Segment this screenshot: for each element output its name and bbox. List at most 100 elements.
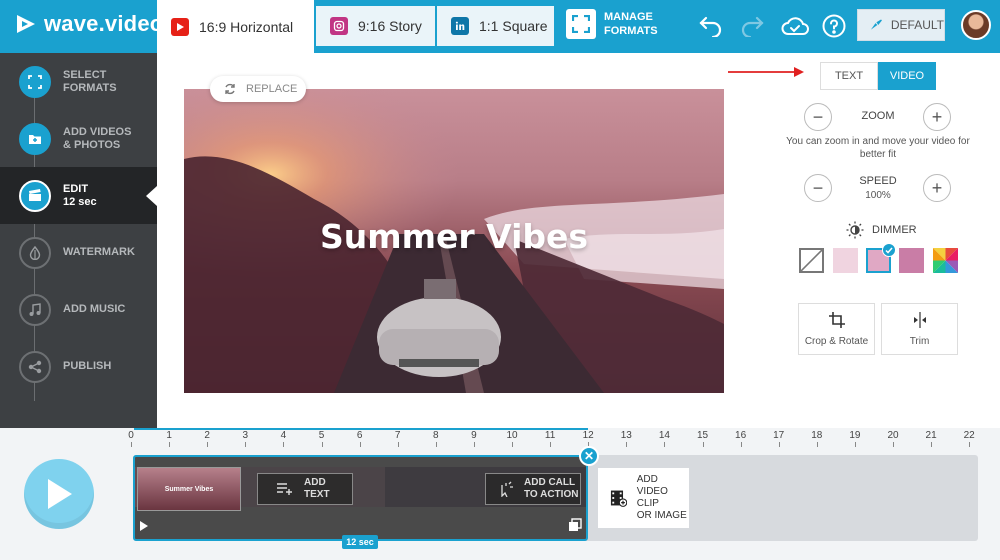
- folder-icon: [19, 122, 51, 155]
- linkedin-icon: [451, 17, 469, 35]
- youtube-icon: [171, 17, 189, 36]
- clapper-icon: [19, 179, 51, 212]
- ruler-tick: [435, 442, 437, 447]
- ruler-tick-label: 19: [849, 430, 861, 441]
- ruler-tick-label: 3: [242, 430, 249, 441]
- undo-icon[interactable]: [697, 12, 725, 40]
- add-clip-icon: [610, 490, 627, 507]
- brand-kit-default-button[interactable]: DEFAULT: [857, 9, 945, 41]
- tab-label: 9:16 Story: [358, 18, 422, 34]
- dimmer-swatch-light[interactable]: [833, 248, 858, 273]
- add-clip-label: ADD VIDEO CLIP OR IMAGE: [637, 474, 689, 522]
- ruler-tick: [473, 442, 475, 447]
- dimmer-heading: DIMMER: [846, 221, 917, 239]
- tab-text[interactable]: TEXT: [820, 62, 878, 90]
- add-text-label: ADD TEXT: [304, 477, 330, 501]
- ruler-tick-label: 7: [394, 430, 401, 441]
- app-logo[interactable]: wave.video: [14, 11, 163, 37]
- sidebar-item-watermark[interactable]: WATERMARK: [0, 224, 157, 281]
- add-text-line1: ADD: [304, 477, 326, 488]
- crop-rotate-button[interactable]: Crop & Rotate: [798, 303, 875, 355]
- ruler-tick: [626, 442, 628, 447]
- sidebar-item-select-formats[interactable]: SELECT FORMATS: [0, 53, 157, 110]
- music-note-icon: [19, 293, 51, 326]
- share-icon: [19, 350, 51, 383]
- ruler-tick-label: 16: [735, 430, 747, 441]
- crop-label: Crop & Rotate: [804, 335, 869, 347]
- dimmer-swatch-dark[interactable]: [899, 248, 924, 273]
- step-label: ADD VIDEOS & PHOTOS: [63, 126, 131, 152]
- video-clip[interactable]: Summer Vibes ADD TEXT ADD CALL TO ACTION: [133, 455, 588, 541]
- sidebar-item-edit[interactable]: EDIT 12 sec: [0, 167, 157, 224]
- step-label: PUBLISH: [63, 360, 112, 372]
- add-clip-line2: VIDEO CLIP: [636, 486, 668, 509]
- add-video-clip-button[interactable]: ADD VIDEO CLIP OR IMAGE: [598, 468, 689, 528]
- ruler-tick: [816, 442, 818, 447]
- step-line1: EDIT: [63, 182, 89, 195]
- add-clip-line1: ADD: [636, 474, 658, 485]
- trim-label: Trim: [909, 335, 930, 347]
- manage-formats-button[interactable]: MANAGE FORMATS: [566, 9, 658, 39]
- ruler-tick-label: 21: [925, 430, 937, 441]
- ruler-tick: [550, 442, 552, 447]
- formats-icon: [19, 65, 51, 98]
- cloud-saved-icon[interactable]: [780, 12, 810, 40]
- drop-icon: [19, 236, 51, 269]
- ruler-tick: [397, 442, 399, 447]
- ruler-tick: [131, 442, 132, 447]
- zoom-control: − ZOOM +: [804, 103, 952, 131]
- dimmer-swatch-none[interactable]: [799, 248, 824, 273]
- replace-button[interactable]: REPLACE: [210, 76, 306, 102]
- instagram-icon: [330, 17, 348, 35]
- tab-square[interactable]: 1:1 Square: [437, 6, 554, 46]
- ruler-tick: [664, 442, 666, 447]
- step-line2: & PHOTOS: [63, 138, 121, 151]
- add-text-line2: TEXT: [304, 489, 330, 500]
- zoom-hint: You can zoom in and move your video for …: [786, 136, 970, 160]
- dimmer-label: DIMMER: [872, 224, 917, 236]
- manage-formats-label: MANAGE FORMATS: [604, 10, 658, 38]
- brush-icon: [870, 19, 882, 30]
- top-bar: wave.video 16:9 Horizontal 9:16 Story 1:…: [0, 0, 1000, 53]
- tab-horizontal[interactable]: 16:9 Horizontal: [157, 0, 314, 53]
- step-line1: ADD VIDEOS: [63, 125, 132, 138]
- ruler-tick-label: 10: [506, 430, 518, 441]
- add-cta-label: ADD CALL TO ACTION: [524, 477, 578, 501]
- redo-icon[interactable]: [738, 12, 766, 40]
- remove-clip-button[interactable]: ✕: [579, 446, 599, 466]
- ruler-tick: [512, 442, 513, 447]
- add-text-button[interactable]: ADD TEXT: [257, 473, 353, 505]
- ruler-tick-label: 13: [620, 430, 632, 441]
- sidebar-item-add-music[interactable]: ADD MUSIC: [0, 281, 157, 338]
- cursor-click-icon: [501, 481, 513, 497]
- ruler-tick: [778, 442, 780, 447]
- step-line2: FORMATS: [63, 81, 117, 94]
- ruler-tick: [245, 442, 247, 447]
- sidebar-item-publish[interactable]: PUBLISH: [0, 338, 157, 395]
- trim-button[interactable]: Trim: [881, 303, 958, 355]
- step-label: SELECT FORMATS: [63, 69, 117, 95]
- sidebar-item-add-videos[interactable]: ADD VIDEOS & PHOTOS: [0, 110, 157, 167]
- clip-play-icon[interactable]: [139, 520, 149, 532]
- dimmer-swatch-custom[interactable]: [933, 248, 958, 273]
- ruler-tick: [702, 442, 704, 447]
- ruler-tick-label: 11: [544, 430, 556, 441]
- video-title-overlay[interactable]: Summer Vibes: [184, 217, 724, 256]
- duplicate-icon[interactable]: [568, 518, 582, 532]
- add-text-icon: [277, 483, 292, 495]
- dimmer-swatch-medium[interactable]: [866, 243, 896, 273]
- tab-video[interactable]: VIDEO: [878, 62, 936, 90]
- ruler-tick-label: 4: [280, 430, 287, 441]
- play-button[interactable]: [24, 459, 94, 529]
- zoom-in-button[interactable]: +: [923, 103, 951, 131]
- avatar[interactable]: [961, 10, 991, 40]
- add-cta-line2: TO ACTION: [524, 489, 579, 500]
- add-cta-line1: ADD CALL: [524, 477, 576, 488]
- ruler-tick-label: 20: [887, 430, 899, 441]
- help-icon[interactable]: [820, 12, 848, 40]
- speed-up-button[interactable]: +: [923, 174, 951, 202]
- video-preview[interactable]: Summer Vibes: [184, 89, 724, 393]
- tab-story[interactable]: 9:16 Story: [316, 6, 435, 46]
- add-clip-line3: OR IMAGE: [636, 510, 687, 521]
- add-call-to-action-button[interactable]: ADD CALL TO ACTION: [485, 473, 581, 505]
